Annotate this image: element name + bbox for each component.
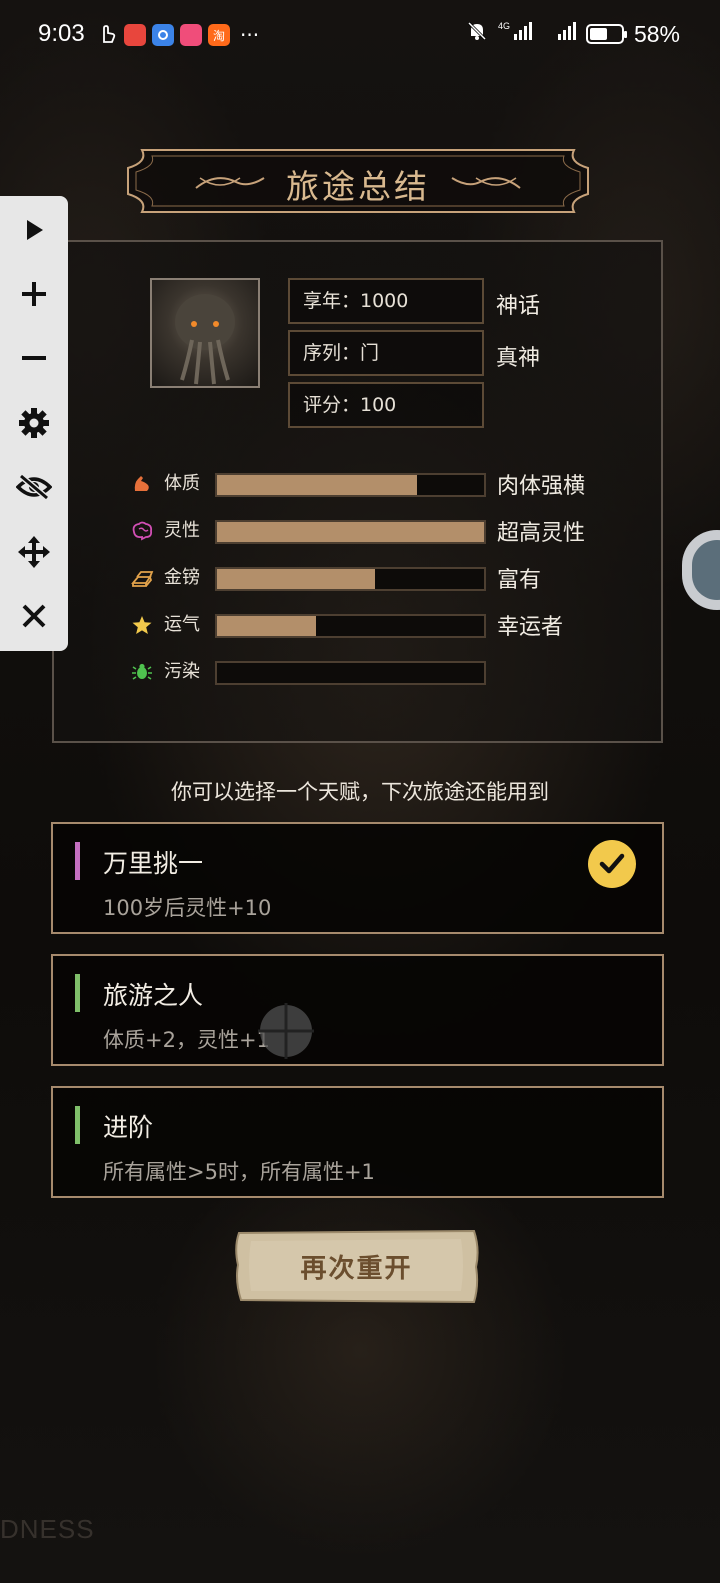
talent-hint: 你可以选择一个天赋，下次旅途还能用到 xyxy=(171,780,549,804)
app-pink-icon xyxy=(180,24,202,46)
hide-button[interactable] xyxy=(12,465,56,509)
attr-bar xyxy=(215,567,486,591)
age-rank: 神话 xyxy=(496,294,541,319)
attr-row-constitution: 体质 肉体强横 xyxy=(130,470,670,500)
restart-label: 再次重开 xyxy=(300,1254,413,1284)
selected-check-icon xyxy=(588,840,636,888)
brain-icon xyxy=(130,519,154,543)
settings-button[interactable] xyxy=(12,401,56,445)
page-title: 旅途总结 xyxy=(286,167,430,206)
attr-row-pollution: 污染 xyxy=(130,658,670,688)
background-watermark: DNESS xyxy=(0,1514,95,1544)
notification-icons: 淘 ··· xyxy=(96,22,259,48)
touch-crosshair-icon xyxy=(258,1003,314,1059)
zoom-in-button[interactable] xyxy=(12,272,56,316)
gold-icon xyxy=(130,566,154,590)
bug-icon xyxy=(130,660,154,684)
attr-name: 灵性 xyxy=(164,520,200,541)
attr-row-gold: 金镑 富有 xyxy=(130,564,670,594)
talent-desc: 所有属性>5时，所有属性+1 xyxy=(103,1160,375,1184)
attr-desc: 超高灵性 xyxy=(497,521,586,546)
status-time: 9:03 xyxy=(38,20,85,47)
talent-stripe xyxy=(75,974,80,1012)
muscle-icon xyxy=(130,472,154,496)
age-field: 享年：1000 xyxy=(288,278,484,324)
attr-bar-fill xyxy=(217,569,375,589)
play-button[interactable] xyxy=(12,208,56,252)
gear-icon xyxy=(19,408,49,438)
signal-icon: 4G xyxy=(498,20,532,48)
attr-name: 金镑 xyxy=(164,567,200,588)
talent-desc: 体质+2，灵性+1 xyxy=(103,1028,270,1052)
eye-slash-icon xyxy=(16,473,52,501)
network-label: 4G xyxy=(498,21,510,31)
attr-desc: 富有 xyxy=(497,568,542,593)
close-icon xyxy=(22,604,46,628)
talent-name: 进阶 xyxy=(103,1113,154,1142)
status-right: 4G 58% xyxy=(466,20,680,48)
attr-row-luck: 运气 幸运者 xyxy=(130,611,670,641)
score-field: 评分：100 xyxy=(288,382,484,428)
sequence-rank: 真神 xyxy=(496,346,541,371)
summary-panel: 享年：1000 神话 序列：门 真神 评分：100 体质 肉体强横 灵性 超高灵… xyxy=(52,240,663,743)
play-icon xyxy=(27,220,43,240)
app-red-icon xyxy=(124,24,146,46)
attr-name: 体质 xyxy=(164,473,200,494)
attr-bar-fill xyxy=(217,522,484,542)
attr-bar xyxy=(215,614,486,638)
talent-name: 旅游之人 xyxy=(103,981,204,1010)
zoom-out-button[interactable] xyxy=(12,336,56,380)
attr-bar xyxy=(215,520,486,544)
hand-icon xyxy=(96,22,118,48)
character-portrait xyxy=(150,278,260,388)
battery-level xyxy=(589,28,608,40)
signal-icon-2 xyxy=(542,20,576,48)
move-button[interactable] xyxy=(12,530,56,574)
battery-icon xyxy=(585,24,627,44)
mute-bell-icon xyxy=(466,20,488,48)
title-banner: 旅途总结 xyxy=(124,148,592,214)
attr-desc: 幸运者 xyxy=(497,615,564,640)
attr-bar-fill xyxy=(217,475,418,495)
minus-icon xyxy=(22,356,46,360)
attr-desc: 肉体强横 xyxy=(497,474,586,499)
talent-desc: 100岁后灵性+10 xyxy=(103,896,272,920)
status-bar: 9:03 淘 ··· 4G 58% xyxy=(0,0,720,70)
talent-card[interactable]: 进阶 所有属性>5时，所有属性+1 xyxy=(51,1086,664,1198)
app-blue-icon xyxy=(152,24,174,46)
star-icon xyxy=(130,613,154,637)
attr-bar xyxy=(215,473,486,497)
talent-card[interactable]: 旅游之人 体质+2，灵性+1 xyxy=(51,954,664,1066)
taobao-icon: 淘 xyxy=(208,24,230,46)
attr-bar-fill xyxy=(217,616,316,636)
more-notifications: ··· xyxy=(240,23,260,47)
close-button[interactable] xyxy=(12,594,56,638)
attr-name: 运气 xyxy=(164,614,200,635)
talent-stripe xyxy=(75,1106,80,1144)
floating-assistant-bubble[interactable] xyxy=(682,530,720,610)
move-icon xyxy=(18,536,50,568)
battery-percent: 58% xyxy=(633,20,680,47)
attr-name: 污染 xyxy=(164,661,200,682)
talent-name: 万里挑一 xyxy=(103,849,204,878)
sequence-field: 序列：门 xyxy=(288,330,484,376)
talent-stripe xyxy=(75,842,80,880)
attr-bar xyxy=(215,661,486,685)
plus-icon xyxy=(22,282,46,306)
floating-toolbar xyxy=(0,196,68,651)
attr-row-spirituality: 灵性 超高灵性 xyxy=(130,517,670,547)
talent-card[interactable]: 万里挑一 100岁后灵性+10 xyxy=(51,822,664,934)
restart-button[interactable]: 再次重开 xyxy=(233,1229,480,1304)
